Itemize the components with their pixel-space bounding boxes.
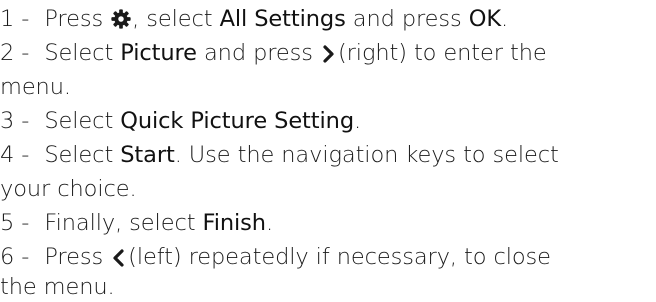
step-number: 4 -	[0, 142, 30, 168]
step-text: the menu.	[0, 274, 115, 300]
step-4-continued: your choice.	[0, 174, 137, 204]
step-text: menu.	[0, 74, 71, 100]
step-text: (left) repeatedly if necessary, to close	[128, 244, 551, 270]
step-text: Select	[44, 108, 114, 134]
menu-item-all-settings: All Settings	[219, 6, 346, 32]
punctuation: .	[354, 108, 362, 134]
instructions: 1 - Press , select All Settings and pres…	[0, 0, 656, 302]
step-number: 1 -	[0, 6, 30, 32]
step-text: your choice.	[0, 176, 137, 202]
step-1: 1 - Press , select All Settings and pres…	[0, 4, 508, 34]
step-6: 6 - Press (left) repeatedly if necessary…	[0, 242, 551, 272]
step-text: Select	[44, 40, 114, 66]
settings-gear-icon	[110, 8, 132, 30]
step-text: Press	[44, 244, 104, 270]
step-number: 5 -	[0, 210, 30, 236]
step-number: 3 -	[0, 108, 30, 134]
menu-item-finish: Finish	[202, 210, 267, 236]
step-number: 2 -	[0, 40, 30, 66]
menu-item-picture: Picture	[120, 40, 197, 66]
punctuation: .	[501, 6, 509, 32]
step-text: Press	[44, 6, 104, 32]
button-ok: OK	[468, 6, 502, 32]
menu-item-start: Start	[120, 142, 175, 168]
step-number: 6 -	[0, 244, 30, 270]
step-3: 3 - Select Quick Picture Setting.	[0, 106, 361, 136]
chevron-left-icon	[110, 248, 128, 268]
step-2-continued: menu.	[0, 72, 71, 102]
step-text: , select	[132, 6, 213, 32]
step-4: 4 - Select Start. Use the navigation key…	[0, 140, 559, 170]
step-text: Select	[44, 142, 114, 168]
step-text: and press	[203, 40, 313, 66]
step-text: (right) to enter the	[337, 40, 547, 66]
step-6-continued: the menu.	[0, 272, 115, 302]
chevron-right-icon	[320, 44, 338, 64]
step-2: 2 - Select Picture and press (right) to …	[0, 38, 547, 68]
step-5: 5 - Finally, select Finish.	[0, 208, 273, 238]
menu-item-quick-picture-setting: Quick Picture Setting	[120, 108, 355, 134]
step-text: Finally, select	[44, 210, 196, 236]
step-text: and press	[352, 6, 462, 32]
punctuation: .	[265, 210, 274, 236]
step-text: . Use the navigation keys to select	[174, 142, 559, 168]
